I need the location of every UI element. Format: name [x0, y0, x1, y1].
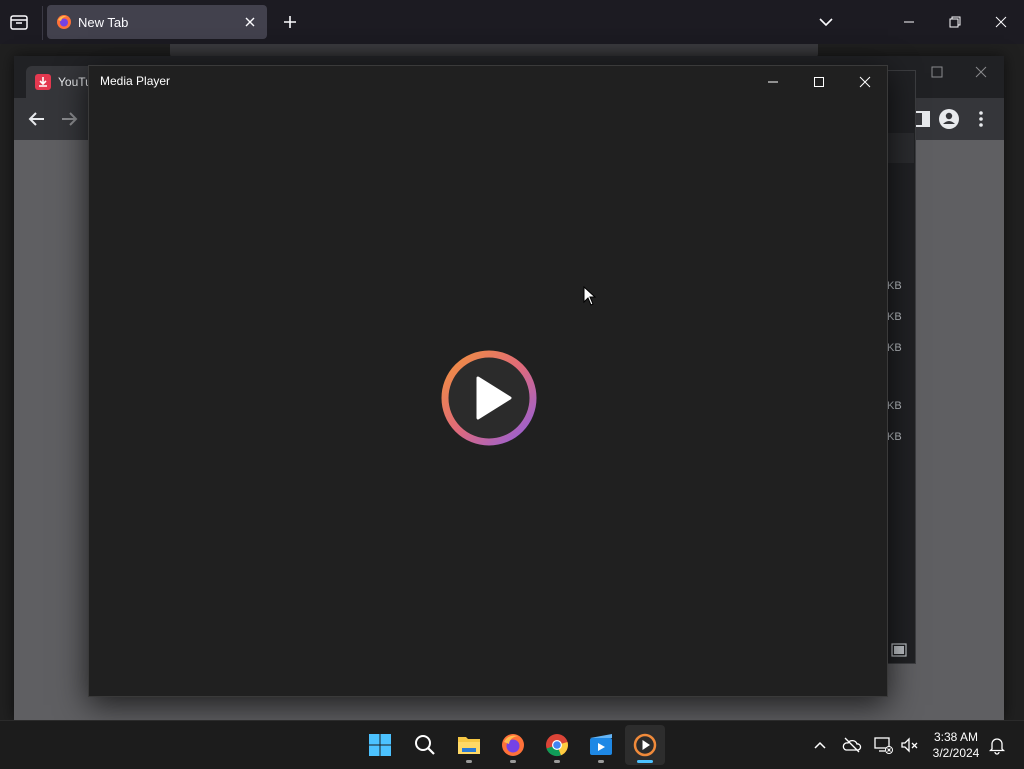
notification-bell-icon[interactable]: [987, 735, 1007, 755]
download-icon: [35, 74, 51, 90]
clock-date: 3/2/2024: [932, 746, 980, 760]
chrome-maximize-button[interactable]: [922, 60, 952, 84]
media-player-icon: [633, 733, 657, 757]
start-button[interactable]: [360, 725, 400, 765]
network-disconnected-icon[interactable]: [873, 735, 893, 755]
maximize-button[interactable]: [796, 66, 842, 97]
minimize-icon: [768, 81, 778, 83]
minimize-button[interactable]: [750, 66, 796, 97]
media-app-taskbar-button[interactable]: [581, 725, 621, 765]
close-button[interactable]: [842, 66, 888, 97]
media-player-window: Media Player: [88, 65, 888, 697]
forward-arrow-icon[interactable]: [57, 107, 81, 131]
firefox-tab-bar: New Tab: [0, 0, 1024, 44]
download-size: KB: [887, 311, 902, 323]
windows-logo-icon: [369, 734, 391, 756]
list-all-tabs-icon[interactable]: [8, 12, 30, 32]
video-editor-icon: [590, 734, 612, 755]
mouse-cursor-icon: [583, 285, 597, 306]
chrome-close-button[interactable]: [966, 60, 996, 84]
close-tab-icon[interactable]: [241, 13, 259, 31]
running-indicator: [510, 760, 516, 763]
onedrive-offline-icon[interactable]: [842, 735, 862, 755]
taskbar: 3:38 AM 3/2/2024: [0, 720, 1024, 769]
firefox-taskbar-button[interactable]: [493, 725, 533, 765]
download-size: KB: [887, 400, 902, 412]
profile-icon[interactable]: [937, 107, 961, 131]
download-list-field[interactable]: [887, 133, 914, 163]
running-indicator: [598, 760, 604, 763]
tab-separator: [42, 6, 43, 40]
media-player-taskbar-button[interactable]: [625, 725, 665, 765]
volume-muted-icon[interactable]: [900, 735, 920, 755]
close-window-button[interactable]: [978, 6, 1024, 38]
chrome-icon: [546, 734, 568, 757]
search-button[interactable]: [405, 725, 445, 765]
close-icon: [859, 76, 871, 88]
window-title: Media Player: [100, 74, 171, 88]
kebab-menu-icon[interactable]: [969, 107, 993, 131]
running-indicator: [554, 760, 560, 763]
firefox-tab-new-tab[interactable]: New Tab: [47, 5, 267, 39]
search-icon: [415, 735, 435, 755]
chevron-up-icon[interactable]: [810, 735, 830, 755]
firefox-tab-title: New Tab: [78, 15, 129, 30]
play-icon: [441, 350, 537, 446]
download-size: KB: [887, 342, 902, 354]
download-size: KB: [887, 431, 902, 443]
firefox-icon: [502, 734, 524, 756]
active-indicator: [637, 760, 653, 763]
clock-time: 3:38 AM: [933, 730, 979, 744]
chrome-taskbar-button[interactable]: [537, 725, 577, 765]
new-tab-button[interactable]: [280, 12, 300, 32]
folder-icon: [458, 737, 480, 754]
back-arrow-icon[interactable]: [25, 107, 49, 131]
minimize-window-button[interactable]: [886, 6, 932, 38]
file-explorer-button[interactable]: [449, 725, 489, 765]
chevron-down-icon[interactable]: [816, 12, 836, 32]
restore-window-button[interactable]: [932, 6, 978, 38]
download-size: KB: [887, 280, 902, 292]
maximize-icon: [814, 77, 824, 87]
chrome-tab-title: YouTu: [58, 75, 92, 89]
running-indicator: [466, 760, 472, 763]
screen-icon[interactable]: [891, 643, 907, 657]
clock[interactable]: 3:38 AM 3/2/2024: [926, 729, 986, 761]
play-button[interactable]: [440, 349, 538, 447]
firefox-icon: [56, 14, 72, 30]
